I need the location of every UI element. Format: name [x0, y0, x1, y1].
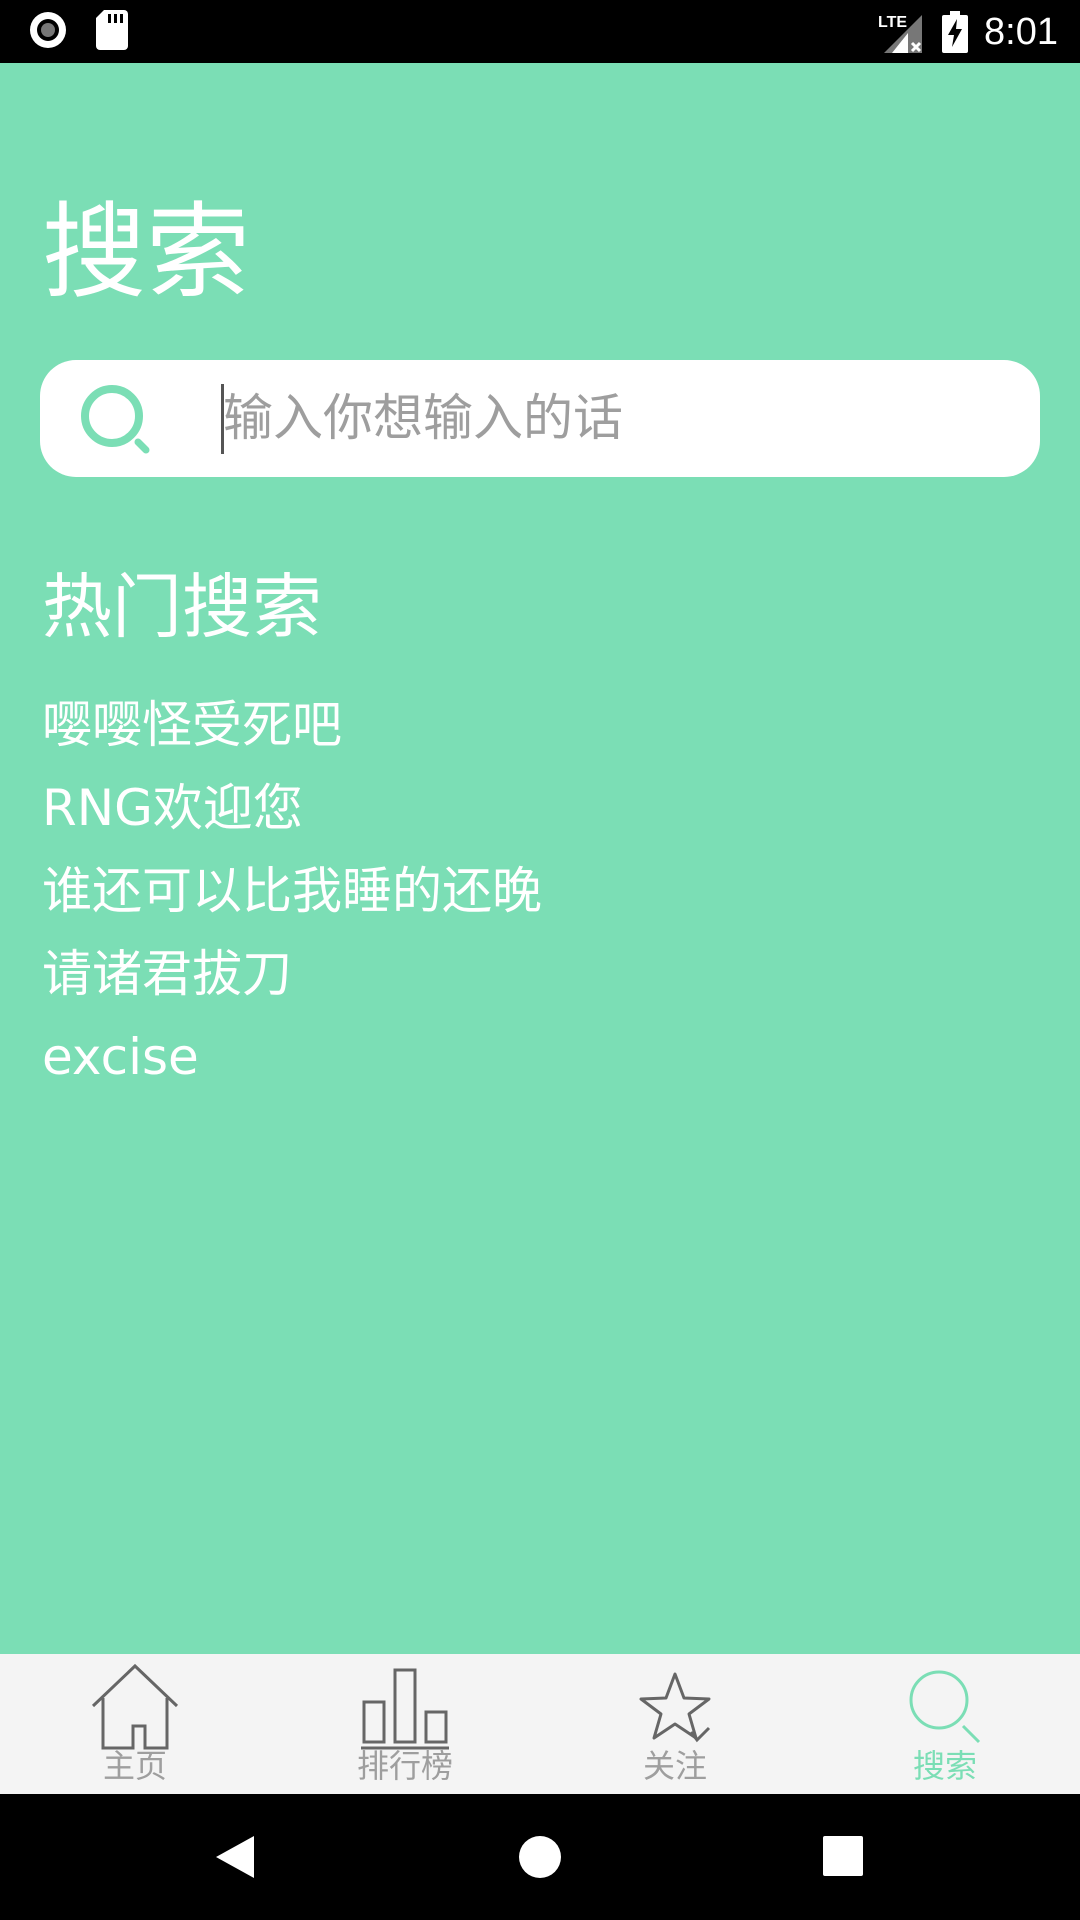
search-box[interactable] — [40, 360, 1040, 477]
nav-label-home: 主页 — [102, 1747, 167, 1785]
search-input[interactable] — [223, 378, 1013, 458]
hot-search-list: 嘤嘤怪受死吧 RNG欢迎您 谁还可以比我睡的还晚 请诸君拔刀 excise — [42, 690, 542, 1105]
status-time: 8:01 — [984, 11, 1058, 53]
recents-icon[interactable] — [823, 1836, 863, 1876]
hot-search-item[interactable]: 谁还可以比我睡的还晚 — [42, 856, 542, 939]
svg-text:LTE: LTE — [878, 14, 907, 31]
status-left — [28, 10, 128, 50]
nav-item-follow[interactable]: 关注 — [540, 1654, 810, 1794]
nav-label-follow: 关注 — [642, 1747, 707, 1785]
star-check-icon — [639, 1672, 711, 1743]
home-icon — [91, 1663, 179, 1750]
page-title: 搜索 — [42, 191, 251, 313]
bottom-nav: 主页 排行榜 关注 搜索 — [0, 1654, 1080, 1794]
nav-label-ranking: 排行榜 — [356, 1747, 453, 1785]
record-icon — [30, 12, 66, 48]
lte-signal-icon: LTE — [878, 14, 923, 53]
status-right: LTE 8:01 — [878, 6, 1058, 58]
nav-item-home[interactable]: 主页 — [0, 1654, 270, 1794]
battery-charging-icon — [942, 11, 969, 53]
nav-label-search: 搜索 — [912, 1747, 977, 1785]
sd-card-icon — [96, 10, 128, 50]
hot-search-item[interactable]: 嘤嘤怪受死吧 — [42, 690, 542, 773]
nav-item-ranking[interactable]: 排行榜 — [270, 1654, 540, 1794]
screen: LTE 8:01 搜索 热门搜索 嘤嘤怪受死吧 RNG欢迎您 谁还可以比我睡的还 — [0, 0, 1080, 1920]
hot-search-item[interactable]: 请诸君拔刀 — [42, 939, 542, 1022]
search-icon — [81, 385, 150, 454]
back-icon[interactable] — [214, 1834, 256, 1880]
system-nav-bar — [0, 1794, 1080, 1920]
hot-search-item[interactable]: excise — [42, 1022, 542, 1105]
status-bar: LTE 8:01 — [0, 0, 1080, 63]
search-icon — [909, 1670, 981, 1744]
home-button-icon[interactable] — [518, 1835, 562, 1879]
nav-item-search[interactable]: 搜索 — [810, 1654, 1080, 1794]
bar-chart-icon — [361, 1668, 449, 1750]
hot-search-item[interactable]: RNG欢迎您 — [42, 773, 542, 856]
hot-search-title: 热门搜索 — [42, 566, 322, 648]
